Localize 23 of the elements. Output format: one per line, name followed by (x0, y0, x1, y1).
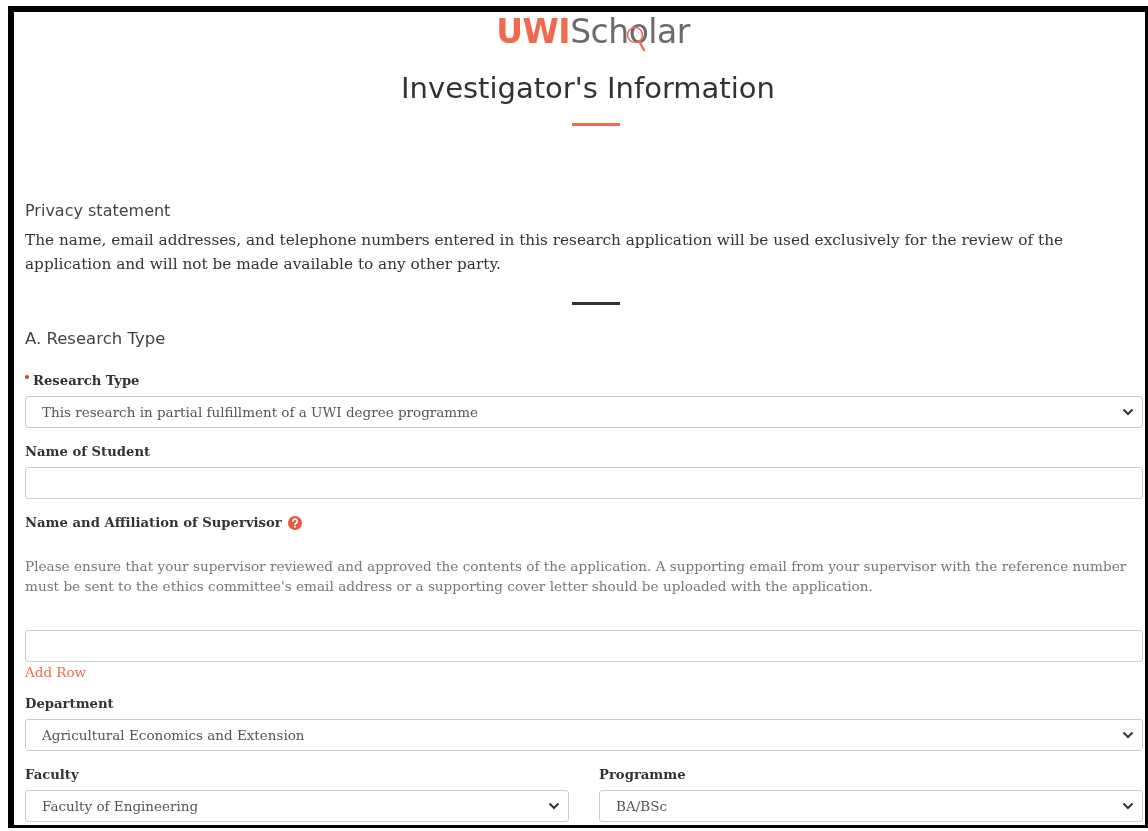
field-label: Name and Affiliation of Supervisor (25, 515, 282, 530)
select-field[interactable]: BA/BSc (599, 790, 1143, 822)
privacy-text: The name, email addresses, and telephone numbers entered in this research application will be used exclusively for the review of the application and will not be made available to any other party. (25, 230, 1065, 275)
chevron-down-icon (1122, 408, 1134, 416)
field-label: Department (25, 696, 114, 711)
field-label: Research Type (33, 373, 140, 388)
field-label: Name of Student (25, 444, 151, 459)
text-field[interactable] (25, 467, 1143, 499)
chevron-down-icon (1122, 731, 1134, 739)
field-label: Programme (599, 767, 686, 782)
logo: UWIScholar (496, 12, 690, 52)
help-icon[interactable] (287, 515, 302, 530)
select-field[interactable]: Faculty of Engineering (25, 790, 569, 822)
chevron-down-icon (1122, 802, 1134, 810)
field-note: Please ensure that your supervisor reviewed and approved the contents of the application. A supporting email from your supervisor with the reference number must be sent to the ethics committee's email address or a supporting cover letter should be uploaded with the application. (25, 557, 1128, 596)
page-title: Investigator's Information (400, 70, 776, 106)
field-label: Faculty (25, 767, 79, 782)
text-field[interactable] (25, 630, 1143, 662)
chevron-down-icon (548, 802, 560, 810)
select-field[interactable]: Agricultural Economics and Extension (25, 719, 1143, 751)
privacy-heading: Privacy statement (25, 201, 172, 220)
select-field[interactable]: This research in partial fulfillment of a UWI degree programme (25, 396, 1143, 428)
section-heading: A. Research Type (25, 329, 167, 348)
